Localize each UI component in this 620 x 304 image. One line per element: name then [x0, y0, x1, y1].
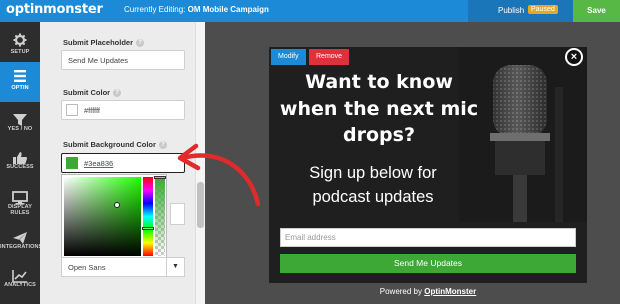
annotation-arrow — [177, 143, 261, 207]
